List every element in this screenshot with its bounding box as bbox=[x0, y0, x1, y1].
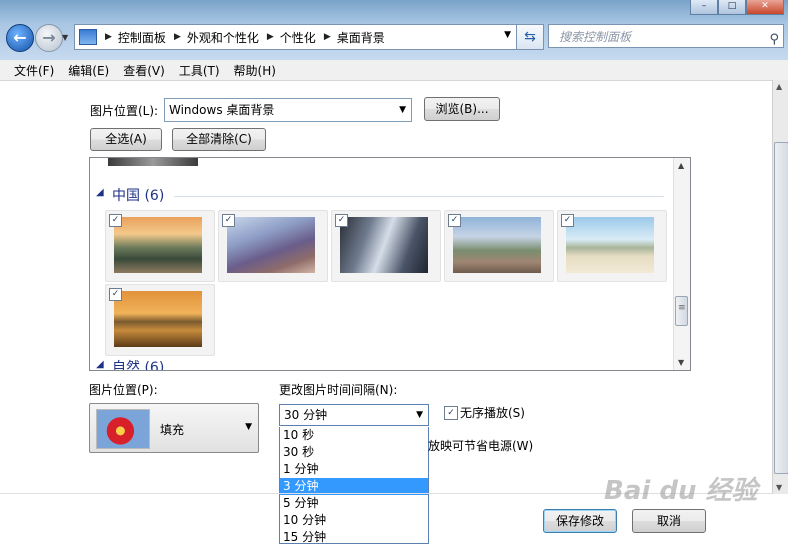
forward-arrow-icon: → bbox=[42, 28, 56, 47]
group-header-nature[interactable]: 自然 (6) bbox=[112, 357, 164, 370]
back-arrow-icon: ← bbox=[13, 28, 27, 47]
interval-select[interactable]: 30 分钟 ▼ bbox=[279, 404, 429, 426]
wallpaper-checkbox[interactable]: ✓ bbox=[335, 214, 348, 227]
picture-position-select[interactable]: 填充 ▼ bbox=[89, 403, 259, 453]
select-all-button[interactable]: 全选(A) bbox=[90, 128, 162, 151]
chevron-right-icon[interactable]: ▶ bbox=[174, 32, 181, 42]
search-placeholder: 搜索控制面板 bbox=[559, 30, 632, 44]
wallpaper-tile[interactable]: ✓ bbox=[444, 210, 554, 282]
picture-position-value: 填充 bbox=[160, 423, 185, 437]
interval-option[interactable]: 10 秒 bbox=[280, 427, 428, 444]
minimize-button[interactable]: – bbox=[690, 0, 718, 15]
forward-button[interactable]: → bbox=[35, 24, 63, 52]
gallery-scrollbar-thumb[interactable] bbox=[675, 296, 688, 326]
search-input[interactable]: 搜索控制面板 ⚲ bbox=[548, 24, 784, 48]
menu-help[interactable]: 帮助(H) bbox=[234, 62, 276, 79]
collapse-group-icon[interactable]: ◢ bbox=[96, 359, 104, 370]
wallpaper-tile[interactable]: ✓ bbox=[105, 284, 215, 356]
wallpaper-gallery: ◢ 中国 (6) ✓ ✓ ✓ ✓ ✓ ✓ ◢ 自然 (6) ▲ ▼ bbox=[89, 157, 691, 371]
chevron-down-icon: ▼ bbox=[399, 105, 406, 115]
gallery-scrollbar[interactable]: ▲ ▼ bbox=[673, 158, 690, 370]
shuffle-checkbox[interactable]: ✓ bbox=[444, 406, 458, 420]
power-saving-label[interactable]: 放映可节省电源(W) bbox=[428, 437, 533, 454]
menu-edit[interactable]: 编辑(E) bbox=[68, 62, 109, 79]
save-changes-button[interactable]: 保存修改 bbox=[543, 509, 617, 533]
wallpaper-thumbnail bbox=[114, 291, 202, 347]
watermark-logo: Bai du 经验 bbox=[604, 476, 758, 506]
wallpaper-tile[interactable]: ✓ bbox=[557, 210, 667, 282]
menu-bar: 文件(F) 编辑(E) 查看(V) 工具(T) 帮助(H) bbox=[0, 60, 788, 81]
wallpaper-thumbnail bbox=[453, 217, 541, 273]
scroll-up-icon[interactable]: ▲ bbox=[776, 82, 782, 91]
chevron-right-icon[interactable]: ▶ bbox=[324, 32, 331, 42]
interval-option[interactable]: 5 分钟 bbox=[280, 495, 428, 512]
interval-value: 30 分钟 bbox=[284, 408, 328, 422]
chevron-down-icon: ▼ bbox=[245, 422, 252, 432]
scroll-down-icon[interactable]: ▼ bbox=[776, 483, 782, 492]
menu-file[interactable]: 文件(F) bbox=[14, 62, 54, 79]
search-icon[interactable]: ⚲ bbox=[769, 28, 779, 52]
wallpaper-thumbnail bbox=[227, 217, 315, 273]
cancel-button[interactable]: 取消 bbox=[632, 509, 706, 533]
group-header-china[interactable]: 中国 (6) bbox=[112, 185, 164, 205]
chevron-right-icon[interactable]: ▶ bbox=[267, 32, 274, 42]
interval-option[interactable]: 15 分钟 bbox=[280, 529, 428, 546]
clear-all-button[interactable]: 全部清除(C) bbox=[172, 128, 266, 151]
breadcrumb-item[interactable]: 个性化 bbox=[280, 29, 316, 46]
wallpaper-thumbnail bbox=[114, 217, 202, 273]
page-scrollbar[interactable]: ▲ ▼ bbox=[772, 80, 788, 494]
menu-tools[interactable]: 工具(T) bbox=[179, 62, 220, 79]
chevron-right-icon[interactable]: ▶ bbox=[105, 32, 112, 42]
scroll-up-icon[interactable]: ▲ bbox=[678, 161, 684, 170]
refresh-icon: ⇆ bbox=[524, 29, 536, 45]
window-buttons: – □ ✕ bbox=[690, 0, 784, 15]
wallpaper-checkbox[interactable]: ✓ bbox=[222, 214, 235, 227]
collapse-group-icon[interactable]: ◢ bbox=[96, 187, 104, 198]
recent-pages-dropdown-icon[interactable]: ▼ bbox=[62, 33, 68, 42]
refresh-button[interactable]: ⇆ bbox=[516, 24, 544, 50]
breadcrumb-item[interactable]: 控制面板 bbox=[118, 29, 166, 46]
interval-option[interactable]: 1 分钟 bbox=[280, 461, 428, 478]
interval-option[interactable]: 10 分钟 bbox=[280, 512, 428, 529]
wallpaper-checkbox[interactable]: ✓ bbox=[109, 214, 122, 227]
close-button[interactable]: ✕ bbox=[746, 0, 784, 15]
wallpaper-thumbnail-partial bbox=[108, 158, 198, 166]
wallpaper-tile[interactable]: ✓ bbox=[218, 210, 328, 282]
group-divider bbox=[174, 196, 664, 197]
wallpaper-tile[interactable]: ✓ bbox=[331, 210, 441, 282]
picture-location-select[interactable]: Windows 桌面背景 ▼ bbox=[164, 98, 412, 122]
address-dropdown-icon[interactable]: ▼ bbox=[504, 30, 511, 40]
breadcrumb-item[interactable]: 外观和个性化 bbox=[187, 29, 259, 46]
breadcrumb-item[interactable]: 桌面背景 bbox=[337, 29, 385, 46]
scrollbar-thumb[interactable] bbox=[774, 142, 788, 474]
interval-label: 更改图片时间间隔(N): bbox=[279, 383, 398, 397]
control-panel-icon bbox=[79, 29, 97, 45]
picture-location-value: Windows 桌面背景 bbox=[169, 103, 275, 117]
address-bar[interactable]: ▶ 控制面板 ▶ 外观和个性化 ▶ 个性化 ▶ 桌面背景 ▼ bbox=[74, 24, 518, 50]
wallpaper-checkbox[interactable]: ✓ bbox=[448, 214, 461, 227]
menu-view[interactable]: 查看(V) bbox=[123, 62, 165, 79]
browse-button[interactable]: 浏览(B)... bbox=[424, 97, 500, 121]
position-preview-thumbnail bbox=[96, 409, 150, 449]
wallpaper-thumbnail bbox=[566, 217, 654, 273]
wallpaper-tile[interactable]: ✓ bbox=[105, 210, 215, 282]
shuffle-label[interactable]: 无序播放(S) bbox=[460, 404, 525, 421]
wallpaper-thumbnail bbox=[340, 217, 428, 273]
wallpaper-checkbox[interactable]: ✓ bbox=[109, 288, 122, 301]
interval-dropdown-list: 10 秒 30 秒 1 分钟 3 分钟 5 分钟 10 分钟 15 分钟 bbox=[279, 427, 429, 544]
picture-location-label: 图片位置(L): bbox=[90, 104, 159, 118]
wallpaper-checkbox[interactable]: ✓ bbox=[561, 214, 574, 227]
chevron-down-icon: ▼ bbox=[416, 410, 423, 420]
back-button[interactable]: ← bbox=[6, 24, 34, 52]
interval-option[interactable]: 30 秒 bbox=[280, 444, 428, 461]
maximize-button[interactable]: □ bbox=[718, 0, 746, 15]
scroll-down-icon[interactable]: ▼ bbox=[678, 358, 684, 367]
picture-position-label: 图片位置(P): bbox=[89, 383, 158, 397]
